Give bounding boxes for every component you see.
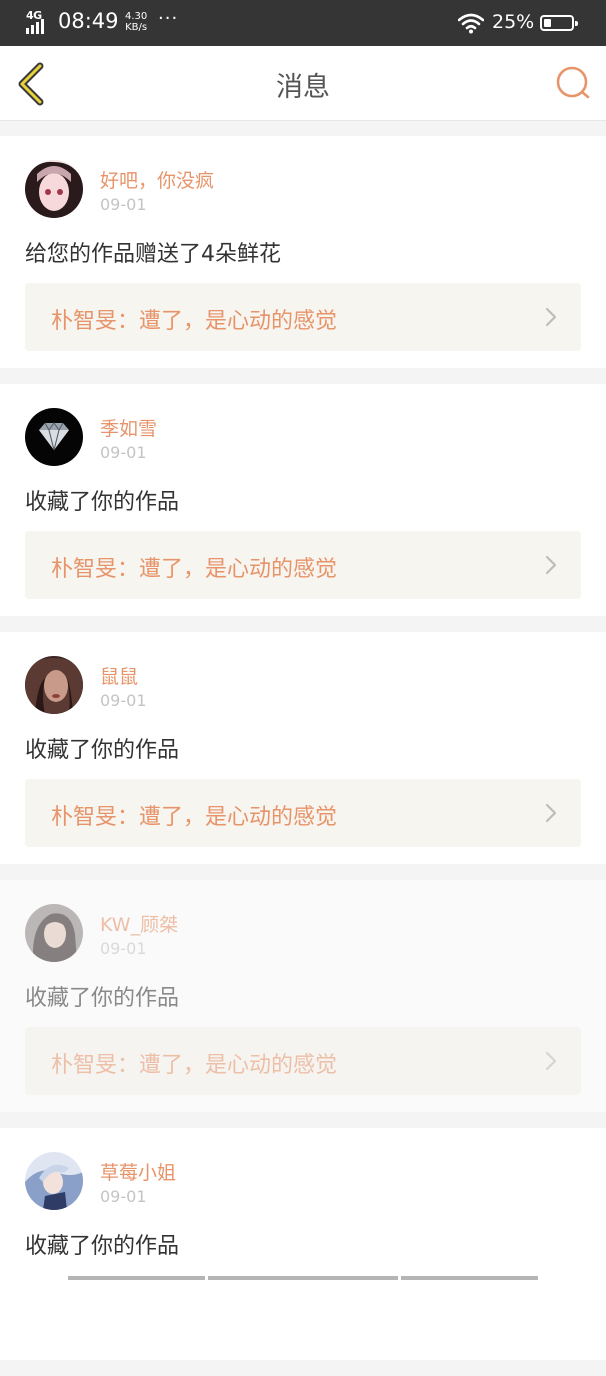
- status-bar: 4G 08:49 4.30 KB/s ··· 25%: [0, 0, 606, 46]
- message-text: 收藏了你的作品: [25, 490, 180, 515]
- message-item[interactable]: 好吧，你没疯 09-01 给您的作品赠送了4朵鲜花 朴智旻：遭了，是心动的感觉: [0, 136, 606, 368]
- speed-unit: KB/s: [125, 22, 148, 33]
- avatar[interactable]: [25, 1152, 83, 1210]
- avatar[interactable]: [25, 408, 83, 466]
- message-text: 收藏了你的作品: [25, 738, 180, 763]
- username[interactable]: KW_顾桀: [100, 910, 178, 937]
- message-text: 收藏了你的作品: [25, 1234, 180, 1259]
- search-icon[interactable]: [552, 62, 592, 104]
- avatar[interactable]: [25, 160, 83, 218]
- network-type: 4G: [26, 9, 42, 22]
- work-link[interactable]: 朴智旻：遭了，是心动的感觉: [25, 283, 581, 351]
- work-link[interactable]: 朴智旻：遭了，是心动的感觉: [25, 531, 581, 599]
- username[interactable]: 草莓小姐: [100, 1158, 176, 1185]
- message-text: 给您的作品赠送了4朵鲜花: [25, 242, 281, 267]
- message-date: 09-01: [100, 195, 147, 214]
- avatar[interactable]: [25, 656, 83, 714]
- work-title: 朴智旻：遭了，是心动的感觉: [51, 557, 338, 582]
- message-item[interactable]: 鼠鼠 09-01 收藏了你的作品 朴智旻：遭了，是心动的感觉: [0, 632, 606, 864]
- username[interactable]: 鼠鼠: [100, 662, 138, 689]
- page-title: 消息: [276, 72, 330, 103]
- message-date: 09-01: [100, 443, 147, 462]
- avatar[interactable]: [25, 904, 83, 962]
- clock: 08:49: [58, 9, 119, 33]
- message-list: 好吧，你没疯 09-01 给您的作品赠送了4朵鲜花 朴智旻：遭了，是心动的感觉 …: [0, 136, 606, 1376]
- chevron-right-icon: [545, 1051, 557, 1071]
- cellular-signal-icon: 4G: [26, 9, 52, 34]
- message-date: 09-01: [100, 1187, 147, 1206]
- wifi-icon: [458, 13, 484, 34]
- network-speed: 4.30 KB/s: [125, 11, 147, 33]
- nav-header: 消息: [0, 46, 606, 121]
- more-notifications-icon: ···: [158, 8, 179, 29]
- message-date: 09-01: [100, 939, 147, 958]
- work-title: 朴智旻：遭了，是心动的感觉: [51, 309, 338, 334]
- message-date: 09-01: [100, 691, 147, 710]
- chevron-right-icon: [545, 555, 557, 575]
- battery-icon: [540, 15, 578, 31]
- speed-value: 4.30: [125, 11, 148, 22]
- message-text: 收藏了你的作品: [25, 986, 180, 1011]
- work-link[interactable]: 朴智旻：遭了，是心动的感觉: [25, 1027, 581, 1095]
- message-item[interactable]: 季如雪 09-01 收藏了你的作品 朴智旻：遭了，是心动的感觉: [0, 384, 606, 616]
- message-item[interactable]: 草莓小姐 09-01 收藏了你的作品: [0, 1128, 606, 1360]
- message-item[interactable]: KW_顾桀 09-01 收藏了你的作品 朴智旻：遭了，是心动的感觉: [0, 880, 606, 1112]
- chevron-right-icon: [545, 307, 557, 327]
- next-card-edge: [25, 1276, 581, 1280]
- username[interactable]: 好吧，你没疯: [100, 166, 214, 193]
- work-title: 朴智旻：遭了，是心动的感觉: [51, 805, 338, 830]
- username[interactable]: 季如雪: [100, 414, 157, 441]
- chevron-right-icon: [545, 803, 557, 823]
- work-link[interactable]: 朴智旻：遭了，是心动的感觉: [25, 779, 581, 847]
- battery-percent: 25%: [492, 11, 535, 33]
- work-title: 朴智旻：遭了，是心动的感觉: [51, 1053, 338, 1078]
